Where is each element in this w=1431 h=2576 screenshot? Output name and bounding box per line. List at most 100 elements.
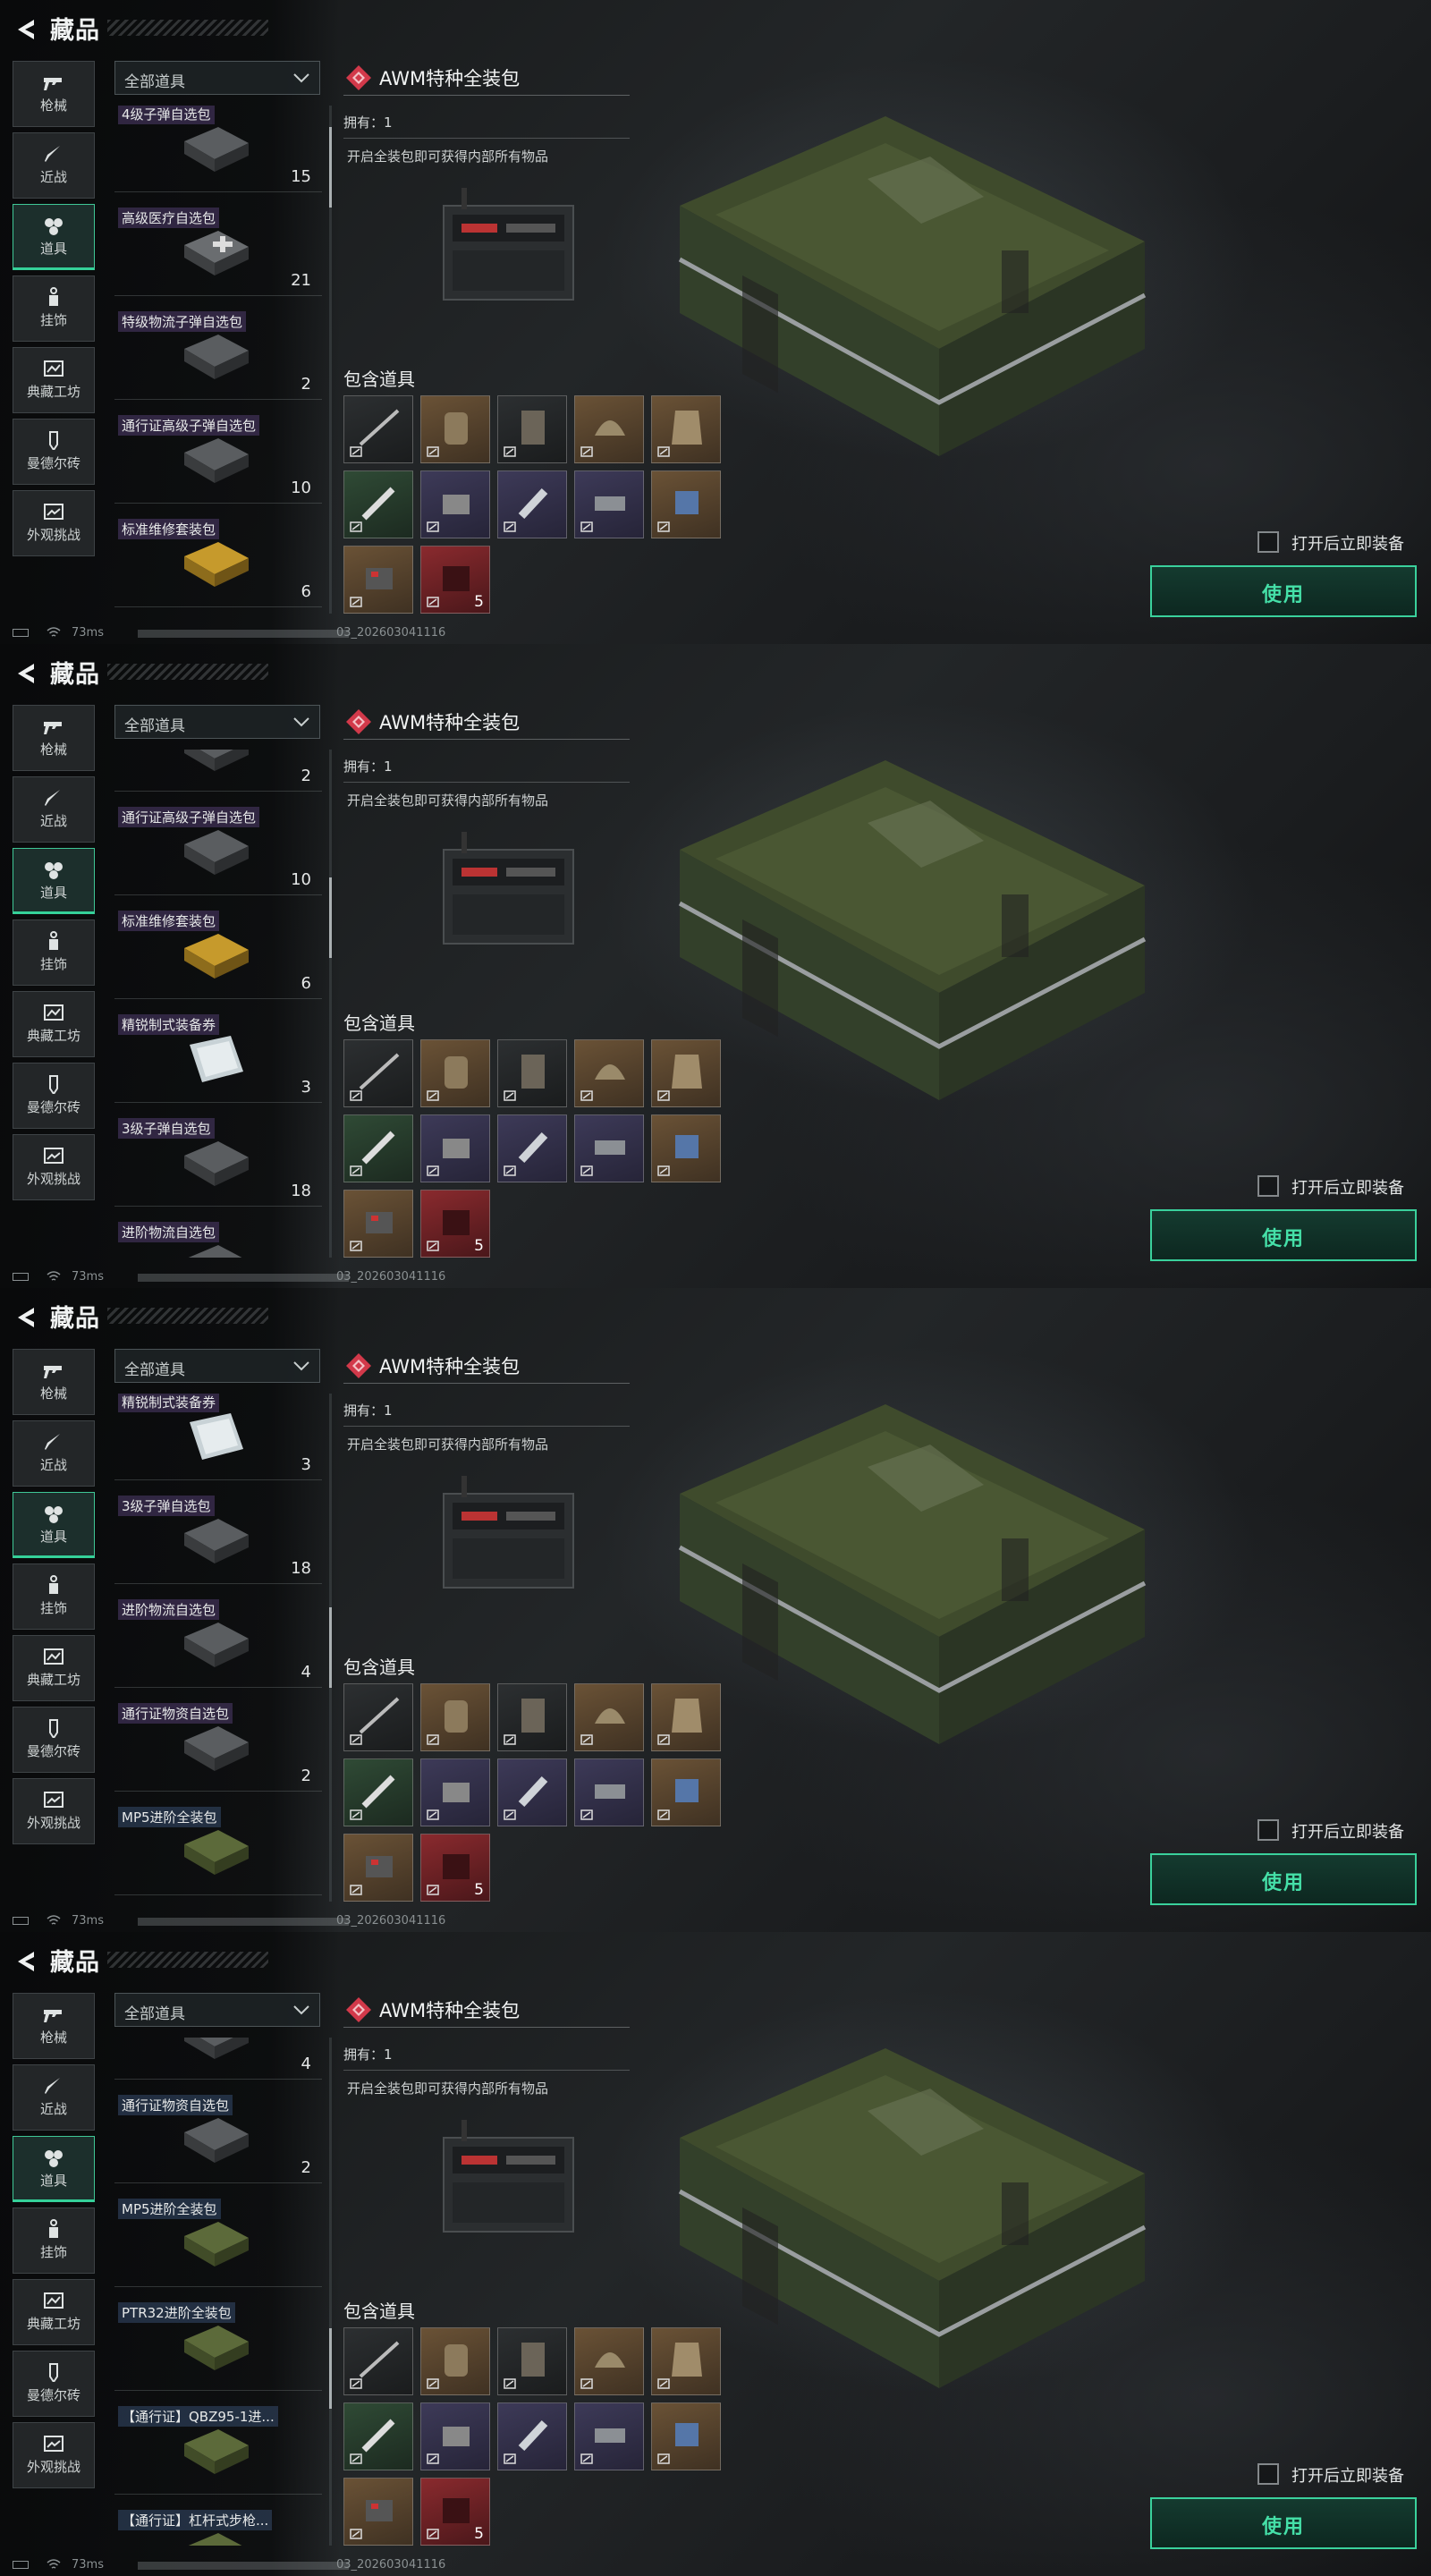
content-item-slot[interactable] [651,1758,721,1826]
content-item-slot[interactable] [651,395,721,463]
category-tab[interactable]: 道具 [13,2136,95,2202]
content-item-slot[interactable] [651,2402,721,2470]
content-item-slot[interactable] [651,1039,721,1107]
filter-dropdown[interactable]: 全部道具 [114,705,320,739]
content-item-slot[interactable] [343,2327,413,2395]
use-button[interactable]: 使用 [1150,1209,1417,1261]
category-tab[interactable]: 典藏工坊 [13,347,95,413]
content-item-slot[interactable] [651,1114,721,1182]
back-arrow-icon[interactable] [13,1948,39,1975]
content-item-slot[interactable] [497,470,567,538]
scrollbar-thumb[interactable] [329,1607,332,1688]
auto-equip-checkbox[interactable] [1257,1819,1279,1841]
content-item-slot[interactable] [497,1114,567,1182]
category-tab[interactable]: 道具 [13,848,95,914]
item-list[interactable]: 2 通行证高级子弹自选包 10 标准维修套装包 6 精锐制式装备券 3 3级子弹自选包 18 进阶… [114,750,324,1258]
list-item[interactable]: MP5进阶全装包 [114,1800,322,1895]
auto-equip-checkbox[interactable] [1257,2463,1279,2485]
item-list[interactable]: 4级子弹自选包 15 高级医疗自选包 21 特级物流子弹自选包 2 通行证高级子弹自选包 10… [114,106,324,614]
content-item-slot[interactable] [343,1190,413,1258]
list-item[interactable]: 通行证物资自选包 2 [114,2088,322,2183]
category-tab[interactable]: 外观挑战 [13,1134,95,1200]
content-item-slot[interactable] [420,2402,490,2470]
content-item-slot[interactable] [574,2327,644,2395]
content-item-slot[interactable] [420,1758,490,1826]
content-item-slot[interactable] [651,470,721,538]
category-tab[interactable]: 挂饰 [13,2207,95,2274]
scrollbar-track[interactable] [329,2038,332,2546]
content-item-slot[interactable] [420,1114,490,1182]
category-tab[interactable]: 外观挑战 [13,2422,95,2488]
content-item-slot[interactable] [343,1683,413,1751]
list-item[interactable]: 特级物流子弹自选包 2 [114,304,322,400]
content-item-slot[interactable] [497,2327,567,2395]
category-tab[interactable]: 枪械 [13,1349,95,1415]
category-tab[interactable]: 典藏工坊 [13,1635,95,1701]
content-item-slot[interactable] [343,395,413,463]
scrollbar-thumb[interactable] [329,126,332,208]
list-item[interactable]: 进阶物流自选包 [114,1215,322,1258]
scrollbar-thumb[interactable] [329,877,332,959]
auto-equip-checkbox[interactable] [1257,531,1279,553]
filter-dropdown[interactable]: 全部道具 [114,61,320,95]
category-tab[interactable]: 曼德尔砖 [13,1707,95,1773]
content-item-slot[interactable] [497,1683,567,1751]
category-tab[interactable]: 近战 [13,1420,95,1487]
list-item[interactable]: 标准维修套装包 6 [114,903,322,999]
list-item[interactable]: 通行证高级子弹自选包 10 [114,408,322,504]
list-item[interactable]: 4 [114,2038,322,2080]
content-item-slot[interactable] [574,1758,644,1826]
filter-dropdown[interactable]: 全部道具 [114,1349,320,1383]
category-tab[interactable]: 近战 [13,2064,95,2131]
list-item[interactable]: 3级子弹自选包 18 [114,1111,322,1207]
content-item-slot[interactable] [574,395,644,463]
content-item-slot[interactable] [343,470,413,538]
back-arrow-icon[interactable] [13,660,39,687]
content-item-slot[interactable] [497,2402,567,2470]
category-tab[interactable]: 挂饰 [13,1563,95,1630]
use-button[interactable]: 使用 [1150,565,1417,617]
category-tab[interactable]: 外观挑战 [13,1778,95,1844]
filter-dropdown[interactable]: 全部道具 [114,1993,320,2027]
content-item-slot[interactable] [343,1834,413,1902]
content-item-slot[interactable]: 5 [420,546,490,614]
back-arrow-icon[interactable] [13,1304,39,1331]
content-item-slot[interactable] [420,395,490,463]
list-item[interactable]: 【通行证】QBZ95-1进... [114,2399,322,2495]
category-tab[interactable]: 典藏工坊 [13,991,95,1057]
category-tab[interactable]: 近战 [13,776,95,843]
list-item[interactable]: 标准维修套装包 6 [114,512,322,607]
category-tab[interactable]: 挂饰 [13,275,95,342]
list-item[interactable]: 【通行证】杠杆式步枪... [114,2503,322,2546]
content-item-slot[interactable] [343,2402,413,2470]
content-item-slot[interactable] [497,1039,567,1107]
category-tab[interactable]: 曼德尔砖 [13,1063,95,1129]
list-item[interactable]: PTR32进阶全装包 [114,2295,322,2391]
scrollbar-track[interactable] [329,750,332,1258]
category-tab[interactable]: 道具 [13,204,95,270]
content-item-slot[interactable] [651,1683,721,1751]
content-item-slot[interactable] [420,1683,490,1751]
list-item[interactable]: 通行证物资自选包 2 [114,1696,322,1792]
item-list[interactable]: 4 通行证物资自选包 2 MP5进阶全装包 PTR32进阶全装包 【通行证】QBZ95-1… [114,2038,324,2546]
list-item[interactable]: 3级子弹自选包 18 [114,1488,322,1584]
use-button[interactable]: 使用 [1150,2497,1417,2549]
item-list[interactable]: 精锐制式装备券 3 3级子弹自选包 18 进阶物流自选包 4 通行证物资自选包 2 MP5进阶全… [114,1394,324,1902]
list-item[interactable]: 4级子弹自选包 15 [114,106,322,192]
content-item-slot[interactable] [420,2327,490,2395]
category-tab[interactable]: 道具 [13,1492,95,1558]
content-item-slot[interactable] [343,1039,413,1107]
scrollbar-thumb[interactable] [329,2328,332,2410]
content-item-slot[interactable] [343,1758,413,1826]
category-tab[interactable]: 近战 [13,132,95,199]
content-item-slot[interactable] [420,470,490,538]
content-item-slot[interactable] [497,395,567,463]
category-tab[interactable]: 枪械 [13,705,95,771]
category-tab[interactable]: 枪械 [13,1993,95,2059]
content-item-slot[interactable] [651,2327,721,2395]
category-tab[interactable]: 典藏工坊 [13,2279,95,2345]
content-item-slot[interactable] [574,1114,644,1182]
list-item[interactable]: 精锐制式装备券 3 [114,1007,322,1103]
use-button[interactable]: 使用 [1150,1853,1417,1905]
list-item[interactable]: MP5进阶全装包 [114,2191,322,2287]
